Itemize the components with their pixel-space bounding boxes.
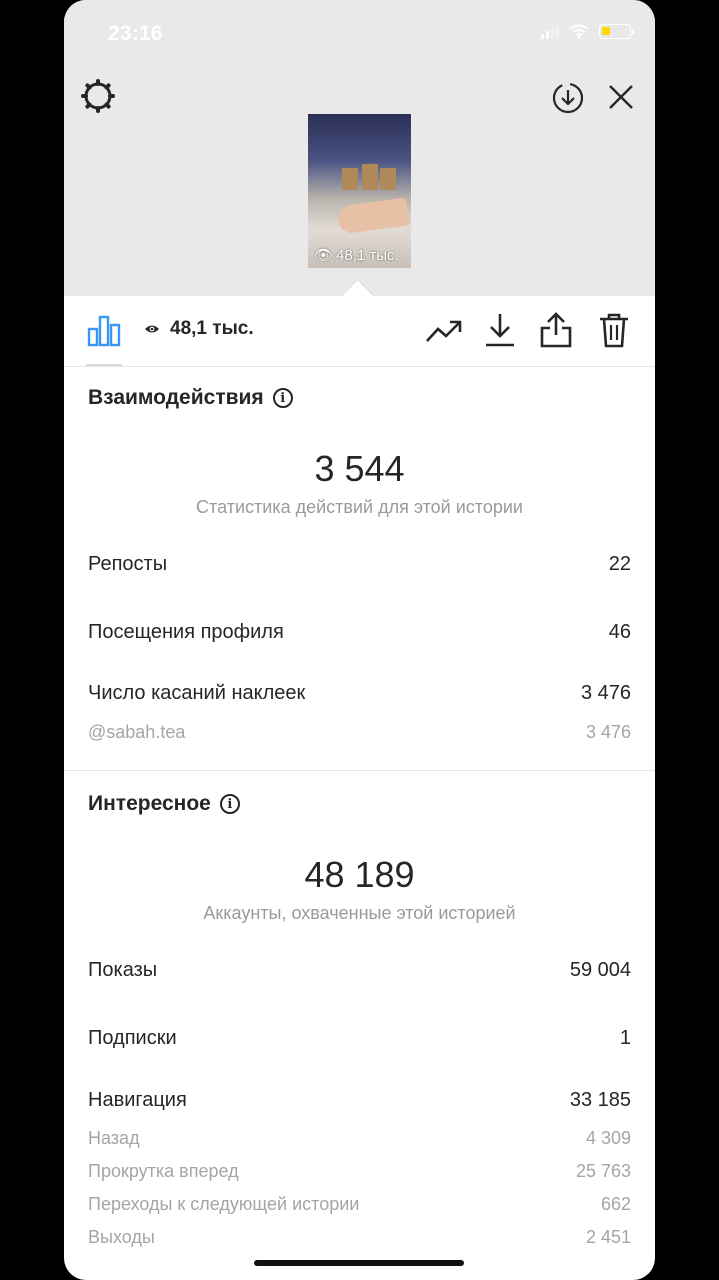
status-icons bbox=[541, 24, 634, 39]
stat-row-profile-visits: Посещения профиля 46 bbox=[88, 621, 631, 643]
stat-subrow-exits: Выходы 2 451 bbox=[88, 1227, 631, 1247]
info-icon[interactable]: i bbox=[219, 794, 240, 814]
stat-row-follows: Подписки 1 bbox=[88, 1027, 631, 1049]
share-icon[interactable] bbox=[538, 310, 574, 350]
battery-icon bbox=[599, 24, 634, 39]
stat-subrow-sticker-account: @sabah.tea 3 476 bbox=[88, 722, 631, 742]
interactions-title: Взаимодействия i bbox=[88, 386, 293, 410]
section-divider bbox=[64, 770, 655, 771]
story-preview-area: 23:16 👁 48,1 тыс. bbox=[64, 0, 655, 296]
thumbnail-views: 👁 48,1 тыс. bbox=[314, 246, 399, 265]
download-icon[interactable] bbox=[482, 310, 518, 350]
story-insights-screen: 23:16 👁 48,1 тыс. 48,1 тыс. Взаимодейств… bbox=[64, 0, 655, 1280]
discovery-title: Интересное i bbox=[88, 792, 240, 816]
interactions-total: 3 544 bbox=[314, 448, 405, 489]
trending-up-icon[interactable] bbox=[424, 314, 464, 348]
stat-row-impressions: Показы 59 004 bbox=[88, 959, 631, 981]
stat-subrow-forward: Прокрутка вперед 25 763 bbox=[88, 1161, 631, 1181]
home-indicator[interactable] bbox=[254, 1260, 464, 1266]
stat-row-reposts: Репосты 22 bbox=[88, 553, 631, 575]
active-tab-indicator bbox=[86, 364, 122, 366]
interactions-caption: Статистика действий для этой истории bbox=[196, 497, 523, 517]
close-icon[interactable] bbox=[604, 80, 638, 114]
discovery-caption: Аккаунты, охваченные этой историей bbox=[203, 903, 516, 923]
eye-icon: 👁 bbox=[314, 247, 334, 264]
signal-icon bbox=[541, 24, 559, 39]
stat-subrow-back: Назад 4 309 bbox=[88, 1128, 631, 1148]
download-circle-icon[interactable] bbox=[550, 80, 586, 116]
stat-subrow-next-story: Переходы к следующей истории 662 bbox=[88, 1194, 631, 1214]
discovery-total: 48 189 bbox=[304, 854, 415, 895]
stat-row-sticker-taps: Число касаний наклеек 3 476 bbox=[88, 682, 631, 704]
story-thumbnail[interactable]: 👁 48,1 тыс. bbox=[308, 114, 411, 268]
gear-icon[interactable] bbox=[80, 78, 116, 114]
thumbnail-image bbox=[342, 168, 358, 190]
status-time: 23:16 bbox=[108, 22, 163, 45]
trash-icon[interactable] bbox=[596, 310, 632, 350]
stat-row-navigation: Навигация 33 185 bbox=[88, 1089, 631, 1111]
eye-icon bbox=[145, 325, 159, 333]
wifi-icon bbox=[569, 24, 589, 39]
story-toolbar: 48,1 тыс. bbox=[64, 296, 655, 367]
views-count: 48,1 тыс. bbox=[144, 318, 254, 340]
info-icon[interactable]: i bbox=[272, 388, 293, 408]
bar-chart-icon[interactable] bbox=[86, 312, 122, 348]
